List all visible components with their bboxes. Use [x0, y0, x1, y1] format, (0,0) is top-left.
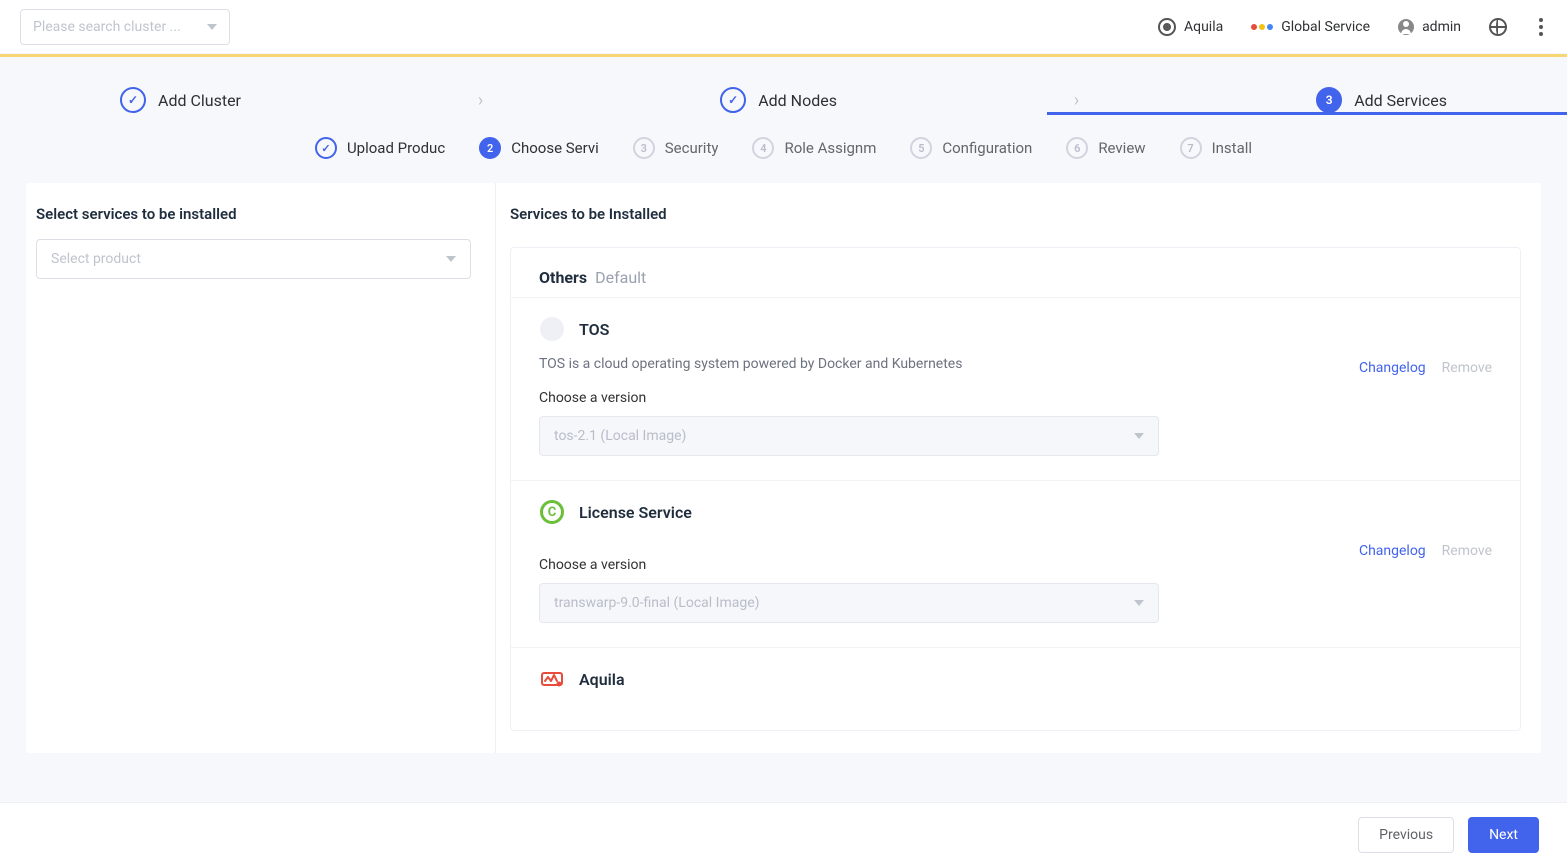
sub-step-install[interactable]: 7 Install: [1180, 137, 1252, 159]
sub-step-upload-product[interactable]: Upload Produc: [315, 137, 445, 159]
group-subtitle: Default: [595, 268, 646, 287]
sub-stepper: Upload Produc 2 Choose Servi 3 Security …: [0, 113, 1567, 183]
left-heading: Select services to be installed: [36, 205, 495, 239]
changelog-link[interactable]: Changelog: [1359, 543, 1426, 559]
group-header: Others Default: [511, 248, 1520, 297]
service-actions: Changelog Remove: [1359, 356, 1492, 376]
topbar: Please search cluster ... Aquila Global …: [0, 0, 1567, 54]
step-number-badge: 5: [910, 137, 932, 159]
service-name: License Service: [579, 503, 692, 522]
check-icon: [315, 137, 337, 159]
aquila-service-icon: [539, 666, 565, 692]
choose-version-label: Choose a version: [539, 390, 1339, 406]
step-number-badge: 4: [752, 137, 774, 159]
step-number-badge: 6: [1066, 137, 1088, 159]
topnav-user[interactable]: admin: [1398, 19, 1461, 35]
step-number-badge: 3: [633, 137, 655, 159]
topnav-aquila[interactable]: Aquila: [1158, 18, 1223, 36]
service-actions: Changelog Remove: [1359, 539, 1492, 559]
step-number-badge: 2: [479, 137, 501, 159]
sub-step-label: Review: [1098, 139, 1145, 157]
tos-service-icon: [539, 316, 565, 342]
main-step-add-cluster[interactable]: Add Cluster: [120, 87, 241, 113]
main-step-add-services[interactable]: 3 Add Services: [1316, 87, 1447, 113]
group-title: Others: [539, 268, 587, 287]
check-icon: [720, 87, 746, 113]
service-license: C License Service Choose a version trans…: [511, 480, 1520, 647]
step-number-badge: 3: [1316, 87, 1342, 113]
topbar-right: Aquila Global Service admin: [1158, 14, 1547, 40]
sub-step-label: Upload Produc: [347, 139, 445, 157]
service-name: Aquila: [579, 670, 625, 689]
footer-bar: Previous Next: [0, 802, 1567, 866]
right-pane: Services to be Installed Others Default …: [496, 183, 1541, 753]
service-name: TOS: [579, 320, 609, 339]
main-step-label: Add Services: [1354, 91, 1447, 110]
main-stepper: Add Cluster › Add Nodes › 3 Add Services: [0, 57, 1567, 113]
next-label: Next: [1489, 827, 1518, 843]
sub-step-role-assignment[interactable]: 4 Role Assignm: [752, 137, 876, 159]
left-pane: Select services to be installed Select p…: [26, 183, 496, 753]
sub-step-review[interactable]: 6 Review: [1066, 137, 1145, 159]
right-heading: Services to be Installed: [510, 205, 1521, 223]
service-tos: TOS TOS is a cloud operating system powe…: [511, 297, 1520, 480]
previous-label: Previous: [1379, 827, 1433, 843]
remove-link[interactable]: Remove: [1442, 543, 1492, 559]
license-version-select[interactable]: transwarp-9.0-final (Local Image): [539, 583, 1159, 623]
language-icon[interactable]: [1489, 18, 1507, 36]
topnav-global-label: Global Service: [1281, 19, 1370, 35]
apps-icon: [1251, 24, 1273, 30]
page-background: Add Cluster › Add Nodes › 3 Add Services…: [0, 57, 1567, 833]
main-step-add-nodes[interactable]: Add Nodes: [720, 87, 837, 113]
version-value: transwarp-9.0-final (Local Image): [554, 595, 760, 611]
service-aquila: Aquila: [511, 647, 1520, 730]
target-icon: [1158, 18, 1176, 36]
topnav-user-label: admin: [1422, 19, 1461, 35]
previous-button[interactable]: Previous: [1358, 817, 1454, 853]
chevron-right-icon: ›: [1074, 90, 1079, 111]
license-service-icon: C: [539, 499, 565, 525]
avatar-icon: [1398, 19, 1414, 35]
service-description: TOS is a cloud operating system powered …: [539, 356, 1339, 372]
tos-version-select[interactable]: tos-2.1 (Local Image): [539, 416, 1159, 456]
sub-step-configuration[interactable]: 5 Configuration: [910, 137, 1032, 159]
topnav-aquila-label: Aquila: [1184, 19, 1223, 35]
chevron-right-icon: ›: [478, 90, 483, 111]
check-icon: [120, 87, 146, 113]
sub-step-label: Configuration: [942, 139, 1032, 157]
sub-step-security[interactable]: 3 Security: [633, 137, 719, 159]
sub-step-label: Security: [665, 139, 719, 157]
version-value: tos-2.1 (Local Image): [554, 428, 686, 444]
changelog-link[interactable]: Changelog: [1359, 360, 1426, 376]
sub-step-label: Choose Servi: [511, 139, 599, 157]
service-group: Others Default TOS TOS is a cloud operat…: [510, 247, 1521, 731]
next-button[interactable]: Next: [1468, 817, 1539, 853]
main-step-label: Add Cluster: [158, 91, 241, 110]
sub-step-label: Install: [1212, 139, 1252, 157]
more-menu-icon[interactable]: [1535, 14, 1547, 40]
product-select-placeholder: Select product: [51, 251, 141, 267]
active-step-underline: [1047, 112, 1567, 115]
content-card: Select services to be installed Select p…: [26, 183, 1541, 753]
sub-step-choose-service[interactable]: 2 Choose Servi: [479, 137, 599, 159]
cluster-search-select[interactable]: Please search cluster ...: [20, 9, 230, 45]
step-number-badge: 7: [1180, 137, 1202, 159]
choose-version-label: Choose a version: [539, 557, 1339, 573]
product-select[interactable]: Select product: [36, 239, 471, 279]
cluster-search-placeholder: Please search cluster ...: [33, 19, 181, 35]
main-step-label: Add Nodes: [758, 91, 837, 110]
sub-step-label: Role Assignm: [784, 139, 876, 157]
remove-link[interactable]: Remove: [1442, 360, 1492, 376]
topnav-global-service[interactable]: Global Service: [1251, 19, 1370, 35]
